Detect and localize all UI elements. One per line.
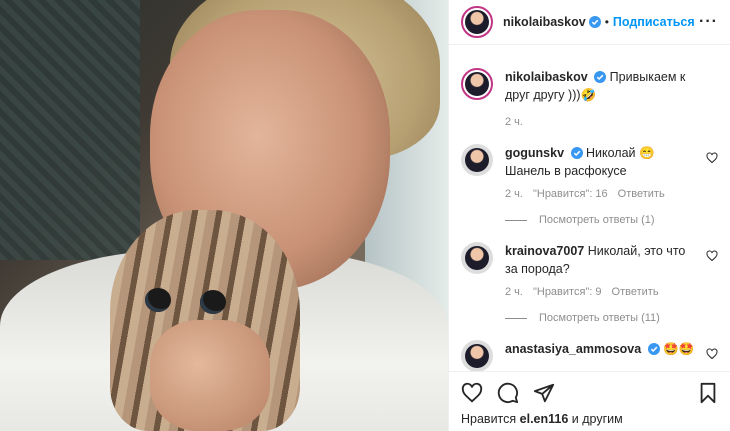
liked-by-text: Нравится el.en116 и другим	[461, 412, 718, 426]
comment-avatar[interactable]	[461, 340, 493, 371]
caption-time: 2 ч.	[505, 116, 523, 128]
comment-meta: 2 ч. "Нравится": 16 Ответить	[461, 188, 718, 200]
heart-icon[interactable]	[706, 152, 718, 164]
comment-row: gogunskv Николай 😁 Шанель в расфокусе	[461, 144, 718, 180]
liked-by-suffix[interactable]: и другим	[572, 412, 623, 426]
verified-badge-icon	[594, 71, 607, 83]
avatar-image	[465, 246, 489, 270]
post-actions: Нравится el.en116 и другим	[449, 371, 730, 431]
follow-button[interactable]: Подписаться	[613, 15, 695, 29]
comments-list[interactable]: nikolaibaskov Привыкаем к друг другу )))…	[449, 55, 730, 371]
caption-meta: 2 ч.	[461, 116, 718, 128]
view-replies-label: Посмотреть ответы (11)	[539, 312, 660, 324]
verified-badge-icon	[588, 16, 601, 28]
header-separator: •	[604, 15, 609, 29]
reply-button[interactable]: Ответить	[612, 286, 659, 298]
comment-meta: 2 ч. "Нравится": 9 Ответить	[461, 286, 718, 298]
avatar-image	[465, 72, 489, 96]
comment-icon[interactable]	[497, 382, 519, 404]
comment-row: krainova7007 Николай, это что за порода?	[461, 242, 718, 278]
bookmark-icon[interactable]	[698, 382, 718, 404]
comment-row: anastasiya_ammosova 🤩🤩	[461, 340, 718, 371]
view-replies-button[interactable]: Посмотреть ответы (1)	[461, 214, 718, 226]
comment-body: 🤩🤩	[663, 342, 695, 356]
share-icon[interactable]	[533, 382, 555, 404]
verified-badge-icon	[647, 343, 660, 355]
view-replies-label: Посмотреть ответы (1)	[539, 214, 655, 226]
comment-text: gogunskv Николай 😁 Шанель в расфокусе	[505, 144, 695, 180]
comment-avatar[interactable]	[461, 242, 493, 274]
comment-username[interactable]: krainova7007	[505, 244, 584, 258]
replies-line	[505, 317, 527, 319]
caption-row: nikolaibaskov Привыкаем к друг другу )))…	[461, 68, 718, 104]
comment-username[interactable]: gogunskv	[505, 146, 564, 160]
avatar-image	[465, 148, 489, 172]
post-photo[interactable]	[0, 0, 448, 431]
more-options-icon[interactable]: ···	[699, 13, 718, 31]
comment-avatar[interactable]	[461, 144, 493, 176]
caption-text: nikolaibaskov Привыкаем к друг другу )))…	[505, 68, 695, 104]
avatar-image	[465, 10, 489, 34]
photo-cat-eye-left	[145, 288, 171, 312]
comment-likes[interactable]: "Нравится": 16	[533, 188, 608, 200]
photo-hand	[150, 320, 270, 431]
photo-background-wall	[0, 0, 140, 260]
heart-icon[interactable]	[706, 250, 718, 262]
comment-username[interactable]: anastasiya_ammosova	[505, 342, 641, 356]
photo-cat-eye-right	[200, 290, 226, 314]
author-username[interactable]: nikolaibaskov	[503, 15, 586, 29]
caption-username[interactable]: nikolaibaskov	[505, 70, 588, 84]
post-header: nikolaibaskov • Подписаться ···	[449, 0, 730, 45]
post-side-panel: nikolaibaskov • Подписаться ··· nikolaib…	[448, 0, 730, 431]
replies-line	[505, 219, 527, 221]
liked-by-prefix: Нравится	[461, 412, 517, 426]
avatar-image	[465, 344, 489, 368]
liked-by-user[interactable]: el.en116	[520, 412, 569, 426]
author-avatar[interactable]	[461, 6, 493, 38]
verified-badge-icon	[570, 147, 583, 159]
comment-time: 2 ч.	[505, 188, 523, 200]
like-heart-icon[interactable]	[461, 382, 483, 404]
comment-text: krainova7007 Николай, это что за порода?	[505, 242, 695, 278]
comment-text: anastasiya_ammosova 🤩🤩	[505, 340, 705, 371]
caption-avatar[interactable]	[461, 68, 493, 100]
view-replies-button[interactable]: Посмотреть ответы (11)	[461, 312, 718, 324]
heart-icon[interactable]	[706, 348, 718, 360]
action-icons	[461, 382, 718, 404]
comment-time: 2 ч.	[505, 286, 523, 298]
reply-button[interactable]: Ответить	[618, 188, 665, 200]
comment-likes[interactable]: "Нравится": 9	[533, 286, 602, 298]
